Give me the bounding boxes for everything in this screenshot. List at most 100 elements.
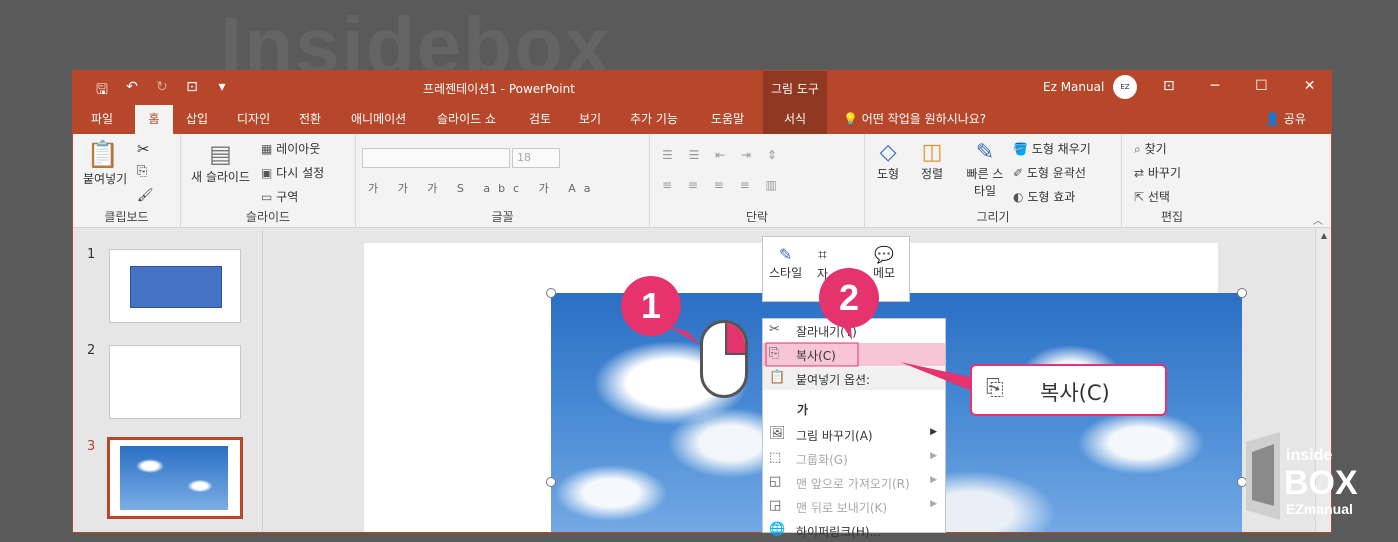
scroll-up-icon[interactable]: ▲ (1316, 231, 1331, 240)
bring-front-icon: ◱ (769, 474, 782, 489)
cut-icon[interactable]: ✂ (137, 140, 150, 158)
close-icon[interactable]: ✕ (1304, 78, 1316, 94)
tab-design[interactable]: 디자인 (237, 105, 270, 134)
drawing-group-label: 그리기 (976, 210, 1010, 224)
resize-handle[interactable] (546, 288, 556, 298)
resize-handle[interactable] (546, 477, 556, 487)
step-2-badge: 2 (819, 268, 879, 328)
font-size-combo[interactable]: 18 (512, 148, 560, 168)
tab-format[interactable]: 서식 (763, 105, 827, 134)
blue-rectangle-shape (130, 266, 222, 308)
comment-icon: 💬 (874, 245, 894, 264)
new-slide-button[interactable]: ▤ 새 슬라이드 (191, 140, 250, 185)
tab-home[interactable]: 홈 (135, 105, 173, 134)
menu-item-label: 붙여넣기 옵션: (796, 373, 871, 387)
list-icons[interactable]: ☰ ☰ ⇤ ⇥ ⇕ (662, 148, 783, 162)
group-icon: ⬚ (769, 450, 782, 465)
paste-button[interactable]: 📋 붙여넣기 (83, 140, 128, 187)
menu-item-bring-front[interactable]: ◱ 맨 앞으로 가져오기(R) ▶ (763, 471, 945, 494)
slide-thumbnail-2[interactable] (109, 345, 241, 419)
group-slides: ▤ 새 슬라이드 ▦ 레이아웃 ▣ 다시 설정 ▭ 구역 슬라이드 (181, 134, 356, 228)
replace-label: 바꾸기 (1147, 166, 1182, 180)
menu-item-copy[interactable]: ⎘ 복사(C) (763, 343, 945, 366)
paste-text-icon: 가 (797, 403, 809, 417)
shapes-icon: ◇ (879, 140, 897, 165)
quick-styles-button[interactable]: ✎ 빠른 스타일 (965, 140, 1005, 199)
quick-access-toolbar: 🖫 ↶ ↻ ⊡ ▾ (93, 79, 231, 103)
redo-icon[interactable]: ↻ (153, 79, 171, 103)
scissors-icon: ✂ (769, 322, 780, 337)
ribbon-display-icon[interactable]: ⊡ (1163, 78, 1175, 94)
quick-styles-icon: ✎ (975, 140, 995, 165)
user-name[interactable]: Ez Manual (1043, 80, 1104, 94)
tab-animations[interactable]: 애니메이션 (351, 105, 406, 134)
font-name-combo[interactable] (362, 148, 510, 168)
quick-styles-label: 빠른 스타일 (966, 167, 1004, 198)
share-button[interactable]: 👤 공유 (1265, 105, 1306, 134)
logo-text-top: inside (1286, 447, 1332, 464)
copy-icon: ⎘ (769, 346, 780, 361)
group-paragraph: ☰ ☰ ⇤ ⇥ ⇕ ≡ ≡ ≡ ≡ ▥ 단락 (650, 134, 865, 228)
paste-label: 붙여넣기 (83, 172, 128, 186)
shape-fill-button[interactable]: 🪣 도형 채우기 (1013, 140, 1091, 157)
font-format-row[interactable]: 가 가 가 S abc 가 Aa (368, 180, 598, 196)
select-button[interactable]: ⇱ 선택 (1134, 188, 1170, 205)
tab-slideshow[interactable]: 슬라이드 쇼 (437, 105, 496, 134)
avatar[interactable]: EZ (1113, 75, 1137, 99)
editing-group-label: 편집 (1160, 210, 1184, 224)
format-painter-icon[interactable]: 🖌 (137, 188, 154, 203)
collapse-ribbon-icon[interactable]: ︿ (1313, 212, 1323, 227)
slide-number: 1 (87, 247, 96, 262)
tab-view[interactable]: 보기 (579, 105, 601, 134)
maximize-icon[interactable]: ☐ (1255, 78, 1268, 94)
tab-addins[interactable]: 추가 기능 (630, 105, 678, 134)
menu-item-paste-text[interactable]: 가 (763, 393, 945, 423)
menu-item-send-back[interactable]: ◲ 맨 뒤로 보내기(K) ▶ (763, 495, 945, 518)
style-button[interactable]: ✎ 스타일 (769, 245, 802, 281)
menu-item-hyperlink[interactable]: 🌐 하이퍼링크(H)... (763, 519, 945, 542)
undo-icon[interactable]: ↶ (123, 79, 141, 103)
change-picture-icon: 🖼 (769, 426, 786, 441)
copy-icon[interactable]: ⎘ (137, 164, 147, 179)
slide-thumbnail-3[interactable] (107, 437, 243, 519)
save-icon[interactable]: 🖫 (93, 79, 111, 103)
slide-thumbnail-pane: 1 2 3 (73, 229, 263, 532)
tab-file[interactable]: 파일 (91, 105, 113, 134)
menu-item-label: 그룹화(G) (796, 453, 848, 467)
tab-transitions[interactable]: 전환 (299, 105, 321, 134)
new-slide-label: 새 슬라이드 (191, 170, 251, 184)
tell-me-box[interactable]: 💡 어떤 작업을 원하시나요? (843, 105, 986, 134)
comment-button[interactable]: 💬 메모 (873, 245, 895, 281)
layout-button[interactable]: ▦ 레이아웃 (261, 140, 320, 157)
shape-outline-label: 도형 윤곽선 (1026, 166, 1086, 180)
section-button[interactable]: ▭ 구역 (261, 188, 298, 205)
replace-button[interactable]: ⇄ 바꾸기 (1134, 164, 1181, 181)
shape-effects-button[interactable]: ◐ 도형 효과 (1013, 188, 1075, 205)
tab-review[interactable]: 검토 (529, 105, 551, 134)
clipboard-group-label: 클립보드 (104, 210, 149, 224)
reset-button[interactable]: ▣ 다시 설정 (261, 164, 324, 181)
crop-icon: ⌗ (818, 245, 828, 264)
customize-qat-icon[interactable]: ▾ (213, 79, 231, 103)
tab-insert[interactable]: 삽입 (186, 105, 208, 134)
menu-item-label: 하이퍼링크(H)... (796, 525, 882, 539)
align-icons[interactable]: ≡ ≡ ≡ ≡ ▥ (662, 178, 783, 192)
shapes-label: 도형 (877, 167, 900, 181)
slide-thumbnail-1[interactable] (109, 249, 241, 323)
presenter-icon[interactable]: ⊡ (183, 79, 201, 103)
shapes-button[interactable]: ◇ 도형 (877, 140, 899, 182)
find-button[interactable]: ⌕ 찾기 (1134, 140, 1167, 157)
shape-outline-button[interactable]: ✐ 도형 윤곽선 (1013, 164, 1086, 181)
menu-item-change-picture[interactable]: 🖼 그림 바꾸기(A) ▶ (763, 423, 945, 446)
menu-item-group[interactable]: ⬚ 그룹화(G) ▶ (763, 447, 945, 470)
menu-item-label: 그림 바꾸기(A) (796, 429, 873, 443)
ribbon: 📋 붙여넣기 ✂ ⎘ 🖌 클립보드 ▤ 새 슬라이드 ▦ 레이아웃 ▣ 다시 설… (73, 134, 1331, 228)
powerpoint-window: 🖫 ↶ ↻ ⊡ ▾ 프레젠테이션1 - PowerPoint 그림 도구 Ez … (72, 70, 1332, 533)
resize-handle[interactable] (1237, 288, 1247, 298)
tab-help[interactable]: 도움말 (711, 105, 744, 134)
person-icon: 👤 (1265, 112, 1280, 126)
select-label: 선택 (1147, 190, 1170, 204)
paragraph-group-label: 단락 (745, 210, 769, 224)
arrange-button[interactable]: ◫ 정렬 (921, 140, 943, 182)
minimize-icon[interactable]: ─ (1211, 78, 1219, 94)
